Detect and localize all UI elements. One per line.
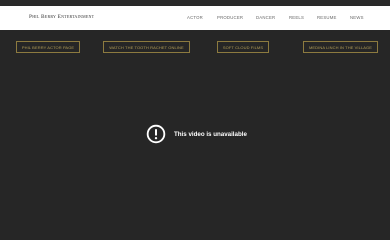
phil-berry-actor-page-button[interactable]: PHIL BERRY ACTOR PAGE <box>16 41 80 53</box>
video-unavailable-text: This video is unavailable <box>174 130 247 138</box>
watch-the-tooth-rachet-button[interactable]: WATCH THE TOOTH RACHET ONLINE <box>103 41 190 53</box>
nav-news[interactable]: NEWS <box>350 15 364 20</box>
nav-dancer[interactable]: DANCER <box>256 15 275 20</box>
nav-reels[interactable]: REELS <box>289 15 304 20</box>
nav-producer[interactable]: PRODUCER <box>217 15 243 20</box>
nav-actor[interactable]: ACTOR <box>187 15 203 20</box>
site-header: Phil Berry Entertainment ACTOR PRODUCER … <box>0 6 390 30</box>
video-unavailable-message: This video is unavailable <box>146 122 247 146</box>
nav-resume[interactable]: RESUME <box>317 15 337 20</box>
soft-cloud-films-button[interactable]: SOFT CLOUD FILMS <box>217 41 269 53</box>
medina-linch-button[interactable]: MEDINA LINCH IN THE VILLAGE <box>303 41 378 53</box>
alert-circle-icon <box>146 124 166 144</box>
action-buttons: PHIL BERRY ACTOR PAGE WATCH THE TOOTH RA… <box>0 41 390 55</box>
main-nav: ACTOR PRODUCER DANCER REELS RESUME NEWS <box>0 15 390 23</box>
